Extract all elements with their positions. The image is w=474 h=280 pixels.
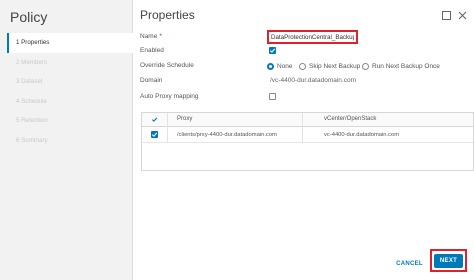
table-row[interactable]: /clients/prxy-4400-dur.datadomain.com vc… [142,127,473,143]
properties-panel: Properties Name* Enabled Override Schedu… [134,0,474,280]
radio-none[interactable]: None [267,62,293,70]
checkmark-icon [269,48,276,53]
step-dataset: 3 Dataset [16,78,43,85]
wizard-sidebar: Policy 1 Properties 2 Members 3 Dataset … [0,0,133,280]
table-header: Proxy vCenter/OpenStack [142,113,473,127]
name-label-text: Name [140,33,158,40]
radio-dot [299,62,306,70]
step-properties[interactable]: 1 Properties [7,33,133,53]
required-mark: * [159,33,162,40]
wizard-title: Policy [10,9,48,25]
page-title: Properties [140,8,195,22]
name-label: Name * [140,33,162,40]
step-schedule: 4 Schedule [16,97,47,105]
select-all-checkbox[interactable] [151,116,158,123]
maximize-icon[interactable] [441,8,452,20]
radio-dot [267,62,274,70]
step-members: 2 Members [16,58,47,66]
radio-none-label: None [277,62,293,70]
radio-skip-label: Skip Next Backup [309,62,361,70]
checkmark-icon [151,117,158,122]
enabled-label: Enabled [140,47,164,54]
proxy-table: Proxy vCenter/OpenStack /clients/prxy-44… [141,112,474,171]
wizard-steps: 1 Properties 2 Members 3 Dataset 4 Sched… [7,33,133,150]
radio-run-next-backup-once[interactable]: Run Next Backup Once [362,62,440,70]
column-header-proxy[interactable]: Proxy [177,113,192,126]
domain-value: /vc-4400-dur.datadomain.com [270,77,356,84]
radio-skip-next-backup[interactable]: Skip Next Backup [299,62,360,70]
column-header-vcenter[interactable]: vCenter/OpenStack [324,113,376,126]
close-icon[interactable] [457,8,468,20]
checkmark-icon [151,132,158,137]
proxy-cell: /clients/prxy-4400-dur.datadomain.com [177,132,277,138]
override-schedule-label: Override Schedule [140,62,194,69]
auto-proxy-mapping-label: Auto Proxy mapping [140,93,199,100]
row-checkbox[interactable] [151,131,158,138]
vcenter-cell: vc-4400-dur.datadomain.com [324,132,400,138]
next-button-highlight: NEXT [430,249,467,272]
radio-run-once-label: Run Next Backup Once [372,62,440,70]
policy-wizard-dialog: Policy 1 Properties 2 Members 3 Dataset … [0,0,474,280]
enabled-checkbox[interactable] [269,47,276,54]
cancel-button[interactable]: CANCEL [393,256,426,272]
name-input[interactable] [267,30,358,44]
step-summary: 6 Summary [16,136,48,144]
auto-proxy-mapping-checkbox[interactable] [269,93,276,100]
domain-label: Domain [140,77,163,84]
step-retention: 5 Retention [16,117,48,124]
next-button[interactable]: NEXT [434,254,463,268]
radio-dot [362,62,369,70]
